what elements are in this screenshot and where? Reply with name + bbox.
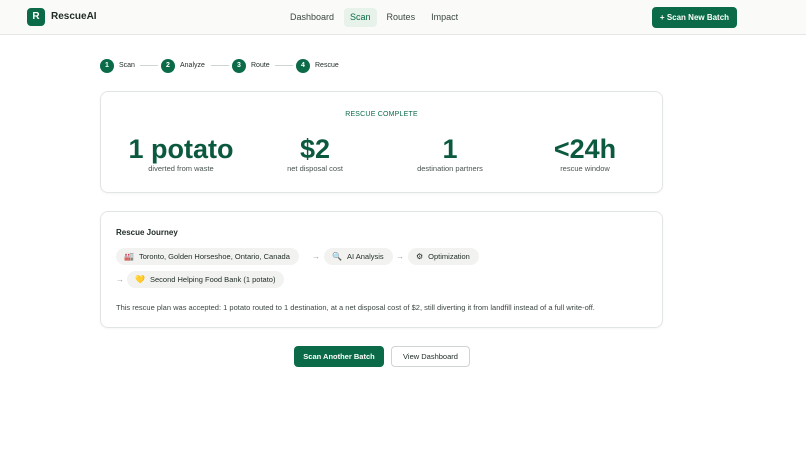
search-icon: 🔍 [332, 252, 342, 261]
step-label: Route [251, 62, 270, 69]
step-number: 2 [161, 58, 175, 73]
nav-routes[interactable]: Routes [381, 8, 422, 27]
journey-title: Rescue Journey [116, 228, 178, 237]
step-label: Rescue [315, 62, 339, 69]
journey-description: This rescue plan was accepted: 1 potato … [116, 303, 595, 312]
view-dashboard-button[interactable]: View Dashboard [391, 346, 470, 367]
stat-value: 1 potato [128, 134, 234, 164]
stat-value: 1 [442, 134, 458, 164]
nav-scan[interactable]: Scan [344, 8, 377, 27]
stat-disposal-cost: $2 net disposal cost [245, 134, 385, 173]
stat-rescue-window: <24h rescue window [515, 134, 655, 173]
step-connector [275, 65, 293, 66]
main-nav: Dashboard Scan Routes Impact [284, 8, 464, 27]
step-label: Scan [119, 62, 135, 69]
step-number: 4 [296, 58, 310, 73]
nav-dashboard[interactable]: Dashboard [284, 8, 340, 27]
stat-label: destination partners [417, 164, 483, 173]
scan-new-batch-button[interactable]: + Scan New Batch [652, 7, 737, 28]
arrow-right-icon: → [396, 252, 404, 261]
chip-label: Toronto, Golden Horseshoe, Ontario, Cana… [138, 252, 290, 261]
step-connector [140, 65, 158, 66]
step-number: 3 [232, 58, 246, 73]
stat-label: net disposal cost [287, 164, 343, 173]
brand-name[interactable]: RescueAI [51, 11, 97, 22]
arrow-right-icon: → [312, 252, 320, 261]
gear-icon: ⚙ [416, 252, 424, 261]
logo-icon[interactable]: R [27, 8, 45, 26]
nav-impact[interactable]: Impact [425, 8, 464, 27]
step-connector [211, 65, 229, 66]
journey-step-ai-analysis: 🔍 AI Analysis [324, 248, 393, 265]
journey-step-optimization: ⚙ Optimization [408, 248, 479, 265]
step-analyze: 2 Analyze [161, 58, 205, 73]
stat-value: $2 [299, 134, 331, 164]
step-number: 1 [100, 58, 114, 73]
chip-label: Second Helping Food Bank (1 potato) [149, 275, 276, 284]
arrow-right-icon: → [116, 275, 124, 284]
step-scan: 1 Scan [100, 58, 135, 73]
journey-step-origin: 🏭 Toronto, Golden Horseshoe, Ontario, Can… [116, 248, 299, 265]
factory-icon: 🏭 [124, 252, 134, 261]
rescue-summary-card: RESCUE COMPLETE 1 potato diverted from w… [100, 91, 663, 193]
stat-diverted: 1 potato diverted from waste [111, 134, 251, 173]
stat-value: <24h [553, 134, 617, 164]
stat-partners: 1 destination partners [380, 134, 520, 173]
app-header: R RescueAI Dashboard Scan Routes Impact … [0, 0, 806, 35]
rescue-status-label: RESCUE COMPLETE [345, 111, 418, 118]
journey-step-destination: 💛 Second Helping Food Bank (1 potato) [127, 271, 285, 288]
step-label: Analyze [180, 62, 205, 69]
stat-label: rescue window [560, 164, 610, 173]
heart-icon: 💛 [135, 275, 145, 284]
chip-label: Optimization [428, 252, 470, 261]
step-rescue: 4 Rescue [296, 58, 339, 73]
scan-another-batch-button[interactable]: Scan Another Batch [294, 346, 384, 367]
rescue-journey-card: Rescue Journey 🏭 Toronto, Golden Horsesho… [100, 211, 663, 328]
step-route: 3 Route [232, 58, 270, 73]
stat-label: diverted from waste [148, 164, 214, 173]
chip-label: AI Analysis [346, 252, 384, 261]
